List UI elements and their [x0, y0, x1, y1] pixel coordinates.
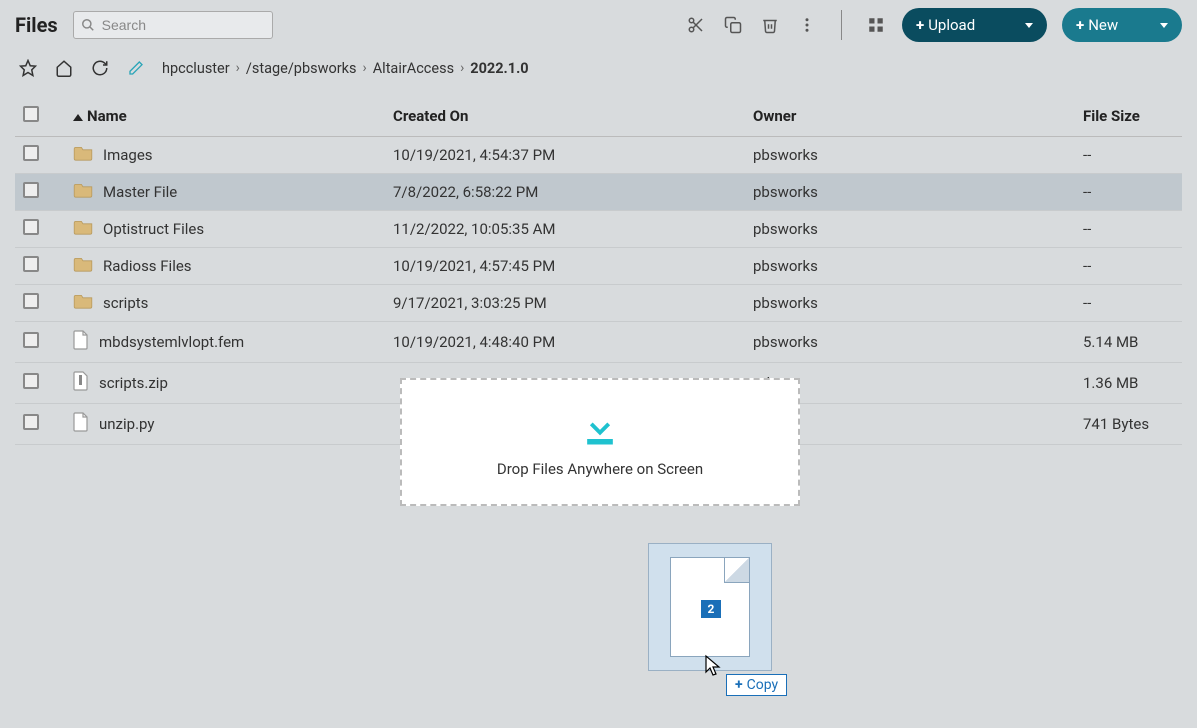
breadcrumb-item[interactable]: /stage/pbsworks: [246, 60, 357, 77]
more-icon[interactable]: [796, 14, 818, 36]
size-cell: 5.14 MB: [1075, 322, 1182, 363]
search-wrap: [73, 11, 273, 39]
size-cell: --: [1075, 211, 1182, 248]
favorite-icon[interactable]: [18, 58, 38, 78]
size-cell: --: [1075, 137, 1182, 174]
chevron-right-icon: ›: [236, 60, 240, 76]
created-cell: 10/19/2021, 4:54:37 PM: [385, 137, 745, 174]
table-row[interactable]: Master File 7/8/2022, 6:58:22 PMpbsworks-…: [15, 174, 1182, 211]
folder-icon: [73, 182, 93, 202]
drag-count-badge: 2: [701, 600, 721, 618]
file-icon: [73, 412, 89, 436]
search-icon: [81, 18, 95, 32]
header-name[interactable]: Name: [65, 96, 385, 137]
row-checkbox[interactable]: [23, 256, 39, 272]
folder-icon: [73, 256, 93, 276]
file-name: Images: [103, 146, 153, 164]
row-checkbox[interactable]: [23, 293, 39, 309]
chevron-down-icon: [1025, 23, 1033, 28]
created-cell: 10/19/2021, 4:57:45 PM: [385, 248, 745, 285]
plus-icon: +: [1076, 16, 1084, 34]
folder-icon: [73, 145, 93, 165]
plus-icon: +: [735, 677, 743, 693]
breadcrumb-item-current[interactable]: 2022.1.0: [470, 60, 528, 77]
document-icon: 2: [670, 557, 750, 657]
refresh-icon[interactable]: [90, 58, 110, 78]
row-checkbox[interactable]: [23, 414, 39, 430]
file-name: mbdsystemlvlopt.fem: [99, 333, 244, 351]
owner-cell: pbsworks: [745, 285, 1075, 322]
folder-icon: [73, 293, 93, 313]
file-name: scripts: [103, 294, 148, 312]
table-row[interactable]: Optistruct Files 11/2/2022, 10:05:35 AMpb…: [15, 211, 1182, 248]
header-checkbox: [15, 96, 65, 137]
size-cell: --: [1075, 174, 1182, 211]
file-name: scripts.zip: [99, 374, 168, 392]
size-cell: --: [1075, 285, 1182, 322]
home-icon[interactable]: [54, 58, 74, 78]
owner-cell: pbsworks: [745, 174, 1075, 211]
row-checkbox[interactable]: [23, 145, 39, 161]
copy-tooltip: + Copy: [726, 674, 787, 696]
file-name: unzip.py: [99, 415, 154, 433]
breadcrumb: hpccluster › /stage/pbsworks › AltairAcc…: [162, 60, 529, 77]
owner-cell: pbsworks: [745, 211, 1075, 248]
divider: [841, 10, 842, 40]
table-header-row: Name Created On Owner File Size: [15, 96, 1182, 137]
chevron-right-icon: ›: [362, 60, 366, 76]
download-icon: [578, 406, 622, 450]
row-checkbox[interactable]: [23, 373, 39, 389]
created-cell: 7/8/2022, 6:58:22 PM: [385, 174, 745, 211]
search-input[interactable]: [73, 11, 273, 39]
row-checkbox[interactable]: [23, 182, 39, 198]
header-created[interactable]: Created On: [385, 96, 745, 137]
table-row[interactable]: Images 10/19/2021, 4:54:37 PMpbsworks--: [15, 137, 1182, 174]
page-title: Files: [15, 13, 58, 37]
row-checkbox[interactable]: [23, 219, 39, 235]
created-cell: 11/2/2022, 10:05:35 AM: [385, 211, 745, 248]
drop-zone-text: Drop Files Anywhere on Screen: [497, 460, 703, 478]
edit-icon[interactable]: [126, 58, 146, 78]
header-size[interactable]: File Size: [1075, 96, 1182, 137]
zip-icon: [73, 371, 89, 395]
grid-view-icon[interactable]: [865, 14, 887, 36]
created-cell: 9/17/2021, 3:03:25 PM: [385, 285, 745, 322]
chevron-right-icon: ›: [460, 60, 464, 76]
trash-icon[interactable]: [759, 14, 781, 36]
owner-cell: pbsworks: [745, 322, 1075, 363]
cut-icon[interactable]: [685, 14, 707, 36]
plus-icon: +: [916, 16, 924, 34]
chevron-down-icon: [1160, 23, 1168, 28]
owner-cell: pbsworks: [745, 248, 1075, 285]
sort-asc-icon: [73, 114, 83, 121]
copy-icon[interactable]: [722, 14, 744, 36]
drag-preview: 2: [648, 543, 772, 671]
file-name: Radioss Files: [103, 257, 192, 275]
navbar: hpccluster › /stage/pbsworks › AltairAcc…: [0, 50, 1197, 86]
file-name: Master File: [103, 183, 177, 201]
breadcrumb-item[interactable]: hpccluster: [162, 60, 230, 77]
new-button[interactable]: +New: [1062, 8, 1182, 42]
breadcrumb-item[interactable]: AltairAccess: [373, 60, 454, 77]
table-row[interactable]: scripts 9/17/2021, 3:03:25 PMpbsworks--: [15, 285, 1182, 322]
cursor-icon: [704, 654, 722, 678]
size-cell: 741 Bytes: [1075, 404, 1182, 445]
size-cell: 1.36 MB: [1075, 363, 1182, 404]
header-owner[interactable]: Owner: [745, 96, 1075, 137]
folder-icon: [73, 219, 93, 239]
file-icon: [73, 330, 89, 354]
owner-cell: pbsworks: [745, 137, 1075, 174]
created-cell: 10/19/2021, 4:48:40 PM: [385, 322, 745, 363]
table-row[interactable]: Radioss Files 10/19/2021, 4:57:45 PMpbswo…: [15, 248, 1182, 285]
upload-button[interactable]: +Upload: [902, 8, 1047, 42]
topbar: Files +Upload +New: [0, 0, 1197, 50]
select-all-checkbox[interactable]: [23, 106, 39, 122]
size-cell: --: [1075, 248, 1182, 285]
drop-zone[interactable]: Drop Files Anywhere on Screen: [400, 378, 800, 506]
file-name: Optistruct Files: [103, 220, 204, 238]
table-row[interactable]: mbdsystemlvlopt.fem 10/19/2021, 4:48:40 P…: [15, 322, 1182, 363]
row-checkbox[interactable]: [23, 332, 39, 348]
